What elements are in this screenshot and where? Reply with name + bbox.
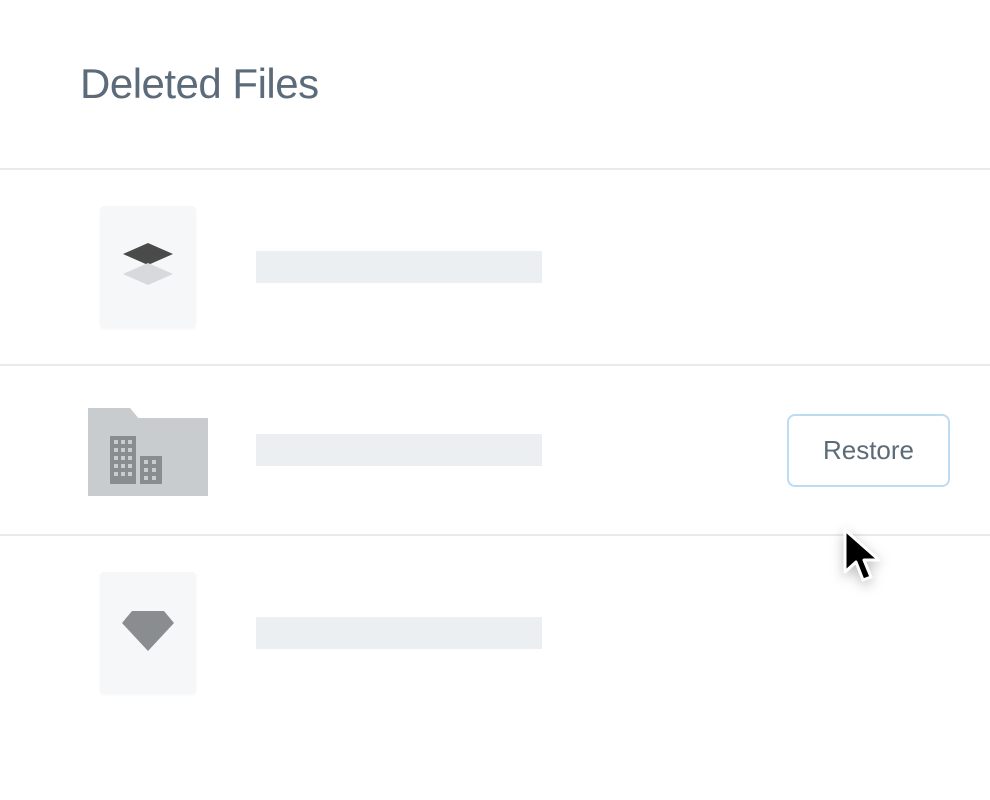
layers-icon	[123, 243, 173, 292]
diamond-icon	[122, 611, 174, 656]
list-item[interactable]: Restore	[0, 364, 990, 534]
file-name-placeholder	[256, 617, 542, 649]
folder-building-icon	[88, 400, 208, 501]
deleted-files-list: Restore	[0, 168, 990, 730]
file-name-placeholder	[256, 251, 542, 283]
file-thumbnail	[100, 206, 196, 328]
folder-thumbnail	[88, 402, 208, 498]
list-item[interactable]	[0, 168, 990, 364]
file-thumbnail	[100, 572, 196, 694]
list-item[interactable]	[0, 534, 990, 730]
page-title: Deleted Files	[80, 60, 990, 108]
file-name-placeholder	[256, 434, 542, 466]
restore-button[interactable]: Restore	[787, 414, 950, 487]
